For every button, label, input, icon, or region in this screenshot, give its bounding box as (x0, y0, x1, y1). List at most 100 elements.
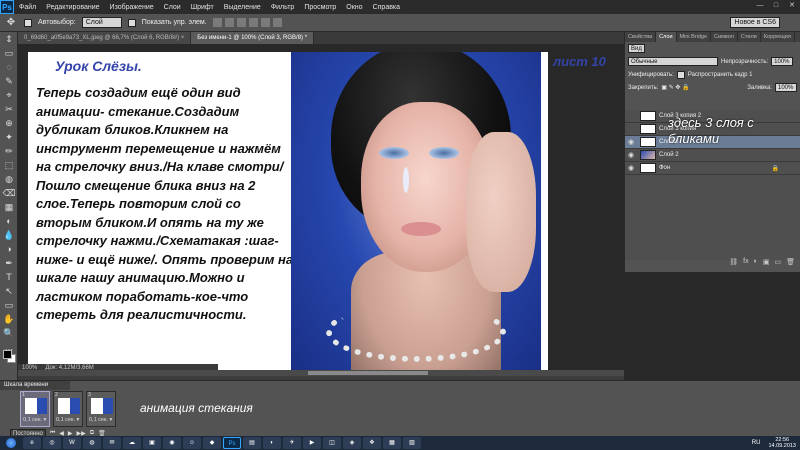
blend-mode-dropdown[interactable]: Обычные (628, 57, 718, 66)
taskbar-app[interactable]: ◈ (343, 437, 361, 449)
eye-icon[interactable]: ◉ (625, 138, 637, 146)
autoselect-checkbox[interactable] (24, 18, 32, 27)
link-layers-icon[interactable]: ⛓ (729, 258, 738, 268)
slice-tool-icon[interactable]: ✂ (2, 103, 16, 116)
fill-input[interactable]: 100% (775, 83, 797, 92)
history-brush-tool-icon[interactable]: ◍ (2, 173, 16, 186)
horizontal-scrollbar[interactable] (18, 370, 624, 376)
menu-window[interactable]: Окно (341, 4, 367, 11)
menu-type[interactable]: Шрифт (186, 4, 219, 11)
marquee-tool-icon[interactable]: ▭ (2, 47, 16, 60)
hand-tool-icon[interactable]: ✋ (2, 313, 16, 326)
align-bottom-icon[interactable] (236, 18, 246, 27)
taskbar-app[interactable]: ▤ (243, 437, 261, 449)
move-tool-icon[interactable]: ✥ (4, 16, 18, 30)
taskbar-app[interactable]: ◫ (323, 437, 341, 449)
type-tool-icon[interactable]: T (2, 271, 16, 284)
taskbar-app-browser[interactable]: e (23, 437, 41, 449)
canvas-area[interactable]: Урок Слёзы. Теперь создадим ещё один вид… (18, 44, 624, 370)
menu-layers[interactable]: Слои (159, 4, 186, 11)
brush-tool-icon[interactable]: ✏ (2, 145, 16, 158)
workspace-dropdown[interactable]: Новое в CS6 (730, 17, 780, 28)
show-controls-checkbox[interactable] (127, 18, 136, 27)
start-button[interactable] (0, 436, 22, 450)
crop-tool-icon[interactable]: ⌖ (2, 89, 16, 102)
menu-image[interactable]: Изображение (105, 4, 159, 11)
align-top-icon[interactable] (212, 18, 222, 27)
tool-collapse-icon[interactable]: ⇕ (2, 33, 16, 46)
taskbar-app[interactable]: ☁ (123, 437, 141, 449)
taskbar-app[interactable]: ▨ (403, 437, 421, 449)
taskbar-app[interactable]: ◎ (43, 437, 61, 449)
lasso-tool-icon[interactable]: ◌ (2, 61, 16, 74)
eye-icon[interactable]: ◉ (625, 151, 637, 159)
eye-icon[interactable]: ◉ (625, 164, 637, 172)
pen-tool-icon[interactable]: ✒ (2, 257, 16, 270)
healing-tool-icon[interactable]: ✦ (2, 131, 16, 144)
scrollbar-thumb[interactable] (308, 371, 428, 375)
menu-select[interactable]: Выделение (219, 4, 266, 11)
path-select-tool-icon[interactable]: ↖ (2, 285, 16, 298)
foreground-color-swatch[interactable] (3, 350, 12, 359)
tab-adjustments[interactable]: Коррекция (761, 32, 795, 42)
taskbar-app[interactable]: ◉ (163, 437, 181, 449)
maximize-button[interactable]: □ (768, 0, 784, 12)
quick-select-tool-icon[interactable]: ✎ (2, 75, 16, 88)
tab-styles[interactable]: Стили (738, 32, 761, 42)
animation-frame[interactable]: 3 0,1 сек. ▾ (86, 391, 116, 427)
trash-icon[interactable]: 🗑 (786, 258, 795, 268)
timeline-title[interactable]: Шкала времени (0, 381, 70, 390)
minimize-button[interactable]: — (752, 0, 768, 12)
menu-file[interactable]: Файл (14, 4, 41, 11)
taskbar-app[interactable]: ▣ (143, 437, 161, 449)
taskbar-app[interactable]: ✈ (283, 437, 301, 449)
opacity-input[interactable]: 100% (771, 57, 794, 66)
layer-row[interactable]: ◉ Слой 2 (625, 149, 800, 162)
frame-delay[interactable]: 0,1 сек. ▾ (89, 417, 112, 423)
taskbar-app[interactable]: ☺ (183, 437, 201, 449)
tab-document-jpeg[interactable]: 0_69d60_a0f5e9a73_XL.jpeg @ 66,7% (Слой … (18, 32, 192, 44)
taskbar-app[interactable]: ▶ (303, 437, 321, 449)
layer-filter-dropdown[interactable]: Вид (628, 44, 645, 53)
document-page[interactable]: Урок Слёзы. Теперь создадим ещё один вид… (28, 52, 548, 370)
frame-delay[interactable]: 0,1 сек. ▾ (23, 417, 46, 423)
taskbar-app[interactable]: W (63, 437, 81, 449)
align-middle-icon[interactable] (224, 18, 234, 27)
blur-tool-icon[interactable]: ◐ (2, 215, 16, 228)
frame-delay[interactable]: 0,1 сек. ▾ (56, 417, 79, 423)
dodge-tool-icon[interactable]: 💧 (2, 229, 16, 242)
lock-icons[interactable]: ▣ ✎ ✥ 🔒 (661, 84, 689, 91)
propagate-checkbox[interactable] (676, 70, 685, 79)
shape-tool-icon[interactable]: ▭ (2, 299, 16, 312)
animation-frame[interactable]: 2 0,1 сек. ▾ (53, 391, 83, 427)
taskbar-app[interactable]: ◍ (83, 437, 101, 449)
tab-layers[interactable]: Слои (656, 32, 677, 42)
zoom-tool-icon[interactable]: 🔍 (2, 327, 16, 340)
new-layer-icon[interactable]: ▭ (774, 258, 781, 268)
mask-icon[interactable]: ▣ (763, 258, 770, 268)
taskbar-app[interactable]: ◐ (263, 437, 281, 449)
align-left-icon[interactable] (248, 18, 258, 27)
tab-character[interactable]: Символ (711, 32, 738, 42)
autoselect-dropdown[interactable]: Слой (81, 17, 122, 28)
taskbar-app[interactable]: ✉ (103, 437, 121, 449)
stamp-tool-icon[interactable]: ⬚ (2, 159, 16, 172)
gradient-tool-icon[interactable]: ▦ (2, 201, 16, 214)
adjustment-layer-icon[interactable]: ◐ (754, 258, 758, 268)
tab-document-untitled[interactable]: Без имени-1 @ 100% (Слой 3, RGB/8) * (191, 32, 315, 44)
eraser-tool-icon[interactable]: ⌫ (2, 187, 16, 200)
close-button[interactable]: ✕ (784, 0, 800, 12)
taskbar-app[interactable]: ◆ (203, 437, 221, 449)
align-center-icon[interactable] (260, 18, 270, 27)
language-indicator[interactable]: RU (752, 440, 761, 446)
menu-edit[interactable]: Редактирование (41, 4, 104, 11)
taskbar-app[interactable]: ▦ (383, 437, 401, 449)
taskbar-app-photoshop[interactable]: Ps (223, 437, 241, 449)
tab-mini-bridge[interactable]: Mini Bridge (677, 32, 712, 42)
photoshop-logo-icon[interactable]: Ps (0, 0, 14, 14)
menu-view[interactable]: Просмотр (299, 4, 341, 11)
align-right-icon[interactable] (272, 18, 282, 27)
layer-row[interactable]: ◉ Фон 🔒 (625, 162, 800, 175)
fx-icon[interactable]: fx (743, 258, 748, 268)
burn-tool-icon[interactable]: ◑ (2, 243, 16, 256)
